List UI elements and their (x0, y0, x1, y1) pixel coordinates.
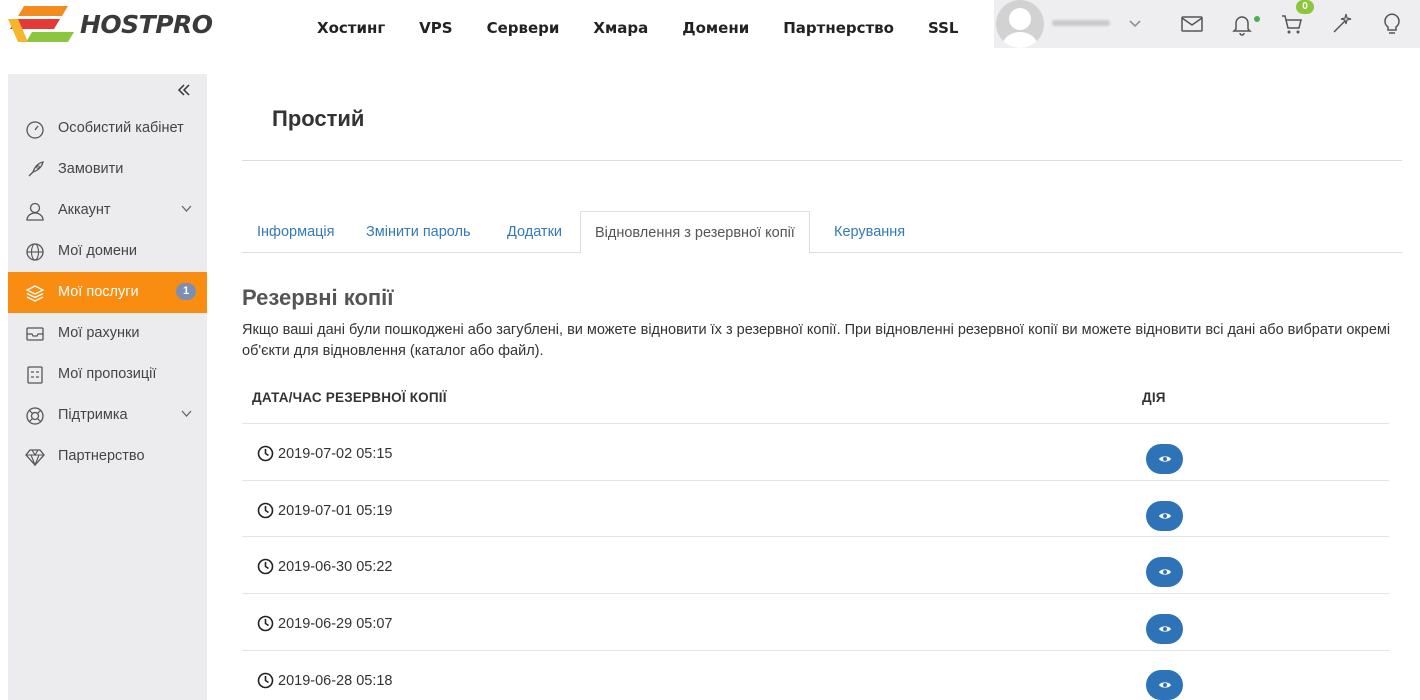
table-row: 2019-06-29 05:07 (257, 615, 393, 632)
table-divider (242, 593, 1389, 594)
cart-icon[interactable] (1280, 12, 1304, 36)
divider (242, 160, 1402, 161)
lifebuoy-icon (26, 407, 44, 425)
table-divider (242, 536, 1389, 537)
sidebar-item-label: Партнерство (58, 448, 145, 464)
sidebar-item-label: Підтримка (58, 407, 128, 423)
hostpro-logo[interactable]: HOSTPRO (6, 2, 216, 46)
clock-icon (257, 558, 274, 575)
username-blurred[interactable] (1052, 20, 1110, 26)
nav-ssl[interactable]: SSL (928, 16, 959, 40)
nav-vps[interactable]: VPS (419, 16, 452, 40)
clock-icon (257, 445, 274, 462)
sidebar-item-offers[interactable]: Мої пропозиції (8, 354, 207, 395)
backup-datetime: 2019-06-30 05:22 (278, 558, 393, 575)
calculator-icon (27, 366, 43, 384)
view-backup-button[interactable] (1146, 557, 1183, 587)
sidebar-item-invoices[interactable]: Мої рахунки (8, 313, 207, 354)
eye-icon (1158, 456, 1171, 462)
mail-icon[interactable] (1180, 12, 1204, 36)
nav-cloud[interactable]: Хмара (593, 16, 648, 40)
table-divider (242, 650, 1389, 651)
view-backup-button[interactable] (1146, 614, 1183, 644)
sidebar-item-order[interactable]: Замовити (8, 149, 207, 190)
view-backup-button[interactable] (1146, 444, 1183, 474)
view-backup-button[interactable] (1146, 501, 1183, 531)
lightbulb-icon[interactable] (1380, 12, 1404, 36)
clock-icon (257, 615, 274, 632)
logo-mark-icon (8, 6, 74, 42)
collapse-sidebar-icon[interactable] (176, 82, 192, 98)
backup-datetime: 2019-06-29 05:07 (278, 615, 393, 632)
tab-change-password[interactable]: Змінити пароль (366, 211, 471, 253)
chevron-down-icon (181, 410, 192, 417)
globe-icon (26, 243, 44, 261)
table-row: 2019-07-02 05:15 (257, 445, 393, 462)
sidebar-item-label: Аккаунт (58, 202, 111, 218)
table-divider (242, 480, 1389, 481)
speedometer-icon (26, 121, 44, 139)
clock-icon (257, 502, 274, 519)
sidebar-item-label: Мої пропозиції (58, 366, 157, 382)
eye-icon (1158, 569, 1171, 575)
services-count-badge: 1 (176, 283, 196, 300)
tab-management[interactable]: Керування (834, 211, 905, 253)
backup-datetime: 2019-07-02 05:15 (278, 445, 393, 462)
notification-dot (1254, 16, 1260, 22)
header: HOSTPRO Хостинг VPS Сервери Хмара Домени… (0, 0, 1420, 56)
magic-wand-icon[interactable] (1330, 12, 1354, 36)
sidebar-item-partnership[interactable]: Партнерство (8, 436, 207, 477)
table-row: 2019-06-30 05:22 (257, 558, 393, 575)
sidebar-item-label: Мої домени (58, 243, 138, 259)
column-header-date: ДАТА/ЧАС РЕЗЕРВНОЇ КОПІЇ (252, 390, 447, 405)
bell-icon[interactable] (1230, 12, 1254, 36)
chevron-down-icon (181, 205, 192, 212)
backup-description: Якщо ваші дані були пошкоджені або загуб… (242, 322, 1391, 359)
tabs: Інформація Змінити пароль Додатки Віднов… (242, 211, 1402, 254)
nav-partnership[interactable]: Партнерство (783, 16, 894, 40)
layers-icon (25, 285, 45, 302)
backup-section-title: Резервні копії (242, 285, 394, 310)
eye-icon (1158, 682, 1171, 688)
sidebar: Особистий кабінет Замовити Аккаунт Мої д… (8, 74, 207, 700)
sidebar-item-domains[interactable]: Мої домени (8, 231, 207, 272)
column-header-action: ДІЯ (1142, 390, 1166, 405)
sidebar-item-dashboard[interactable]: Особистий кабінет (8, 108, 207, 149)
view-backup-button[interactable] (1146, 670, 1183, 700)
nav-servers[interactable]: Сервери (487, 16, 560, 40)
sidebar-item-label: Мої рахунки (58, 325, 140, 341)
inbox-icon (26, 327, 44, 341)
diamond-icon (25, 449, 45, 467)
top-navigation: Хостинг VPS Сервери Хмара Домени Партнер… (300, 16, 975, 40)
backup-datetime: 2019-07-01 05:19 (278, 502, 393, 519)
tab-backup-restore[interactable]: Відновлення з резервної копії (580, 211, 810, 254)
sidebar-item-account[interactable]: Аккаунт (8, 190, 207, 231)
chevron-down-icon[interactable] (1128, 17, 1142, 31)
tab-information[interactable]: Інформація (257, 211, 335, 253)
avatar[interactable] (996, 0, 1044, 48)
eye-icon (1158, 513, 1171, 519)
table-divider (242, 423, 1389, 424)
user-icon (26, 202, 44, 221)
sidebar-item-services[interactable]: Мої послуги 1 (8, 272, 207, 313)
nav-hosting[interactable]: Хостинг (317, 16, 385, 40)
sidebar-item-label: Особистий кабінет (58, 120, 184, 136)
sidebar-item-label: Мої послуги (58, 284, 139, 300)
backup-datetime: 2019-06-28 05:18 (278, 672, 393, 689)
clock-icon (257, 672, 274, 689)
logo-text: HOSTPRO (80, 9, 213, 39)
table-row: 2019-06-28 05:18 (257, 672, 393, 689)
page-title: Простий (272, 106, 365, 131)
tab-addons[interactable]: Додатки (507, 211, 562, 253)
eye-icon (1158, 626, 1171, 632)
table-row: 2019-07-01 05:19 (257, 502, 393, 519)
sidebar-item-support[interactable]: Підтримка (8, 395, 207, 436)
rocket-icon (28, 161, 44, 177)
sidebar-item-label: Замовити (58, 161, 124, 177)
user-bar: 0 (994, 0, 1420, 48)
nav-domains[interactable]: Домени (682, 16, 749, 40)
cart-count-badge: 0 (1296, 0, 1314, 14)
